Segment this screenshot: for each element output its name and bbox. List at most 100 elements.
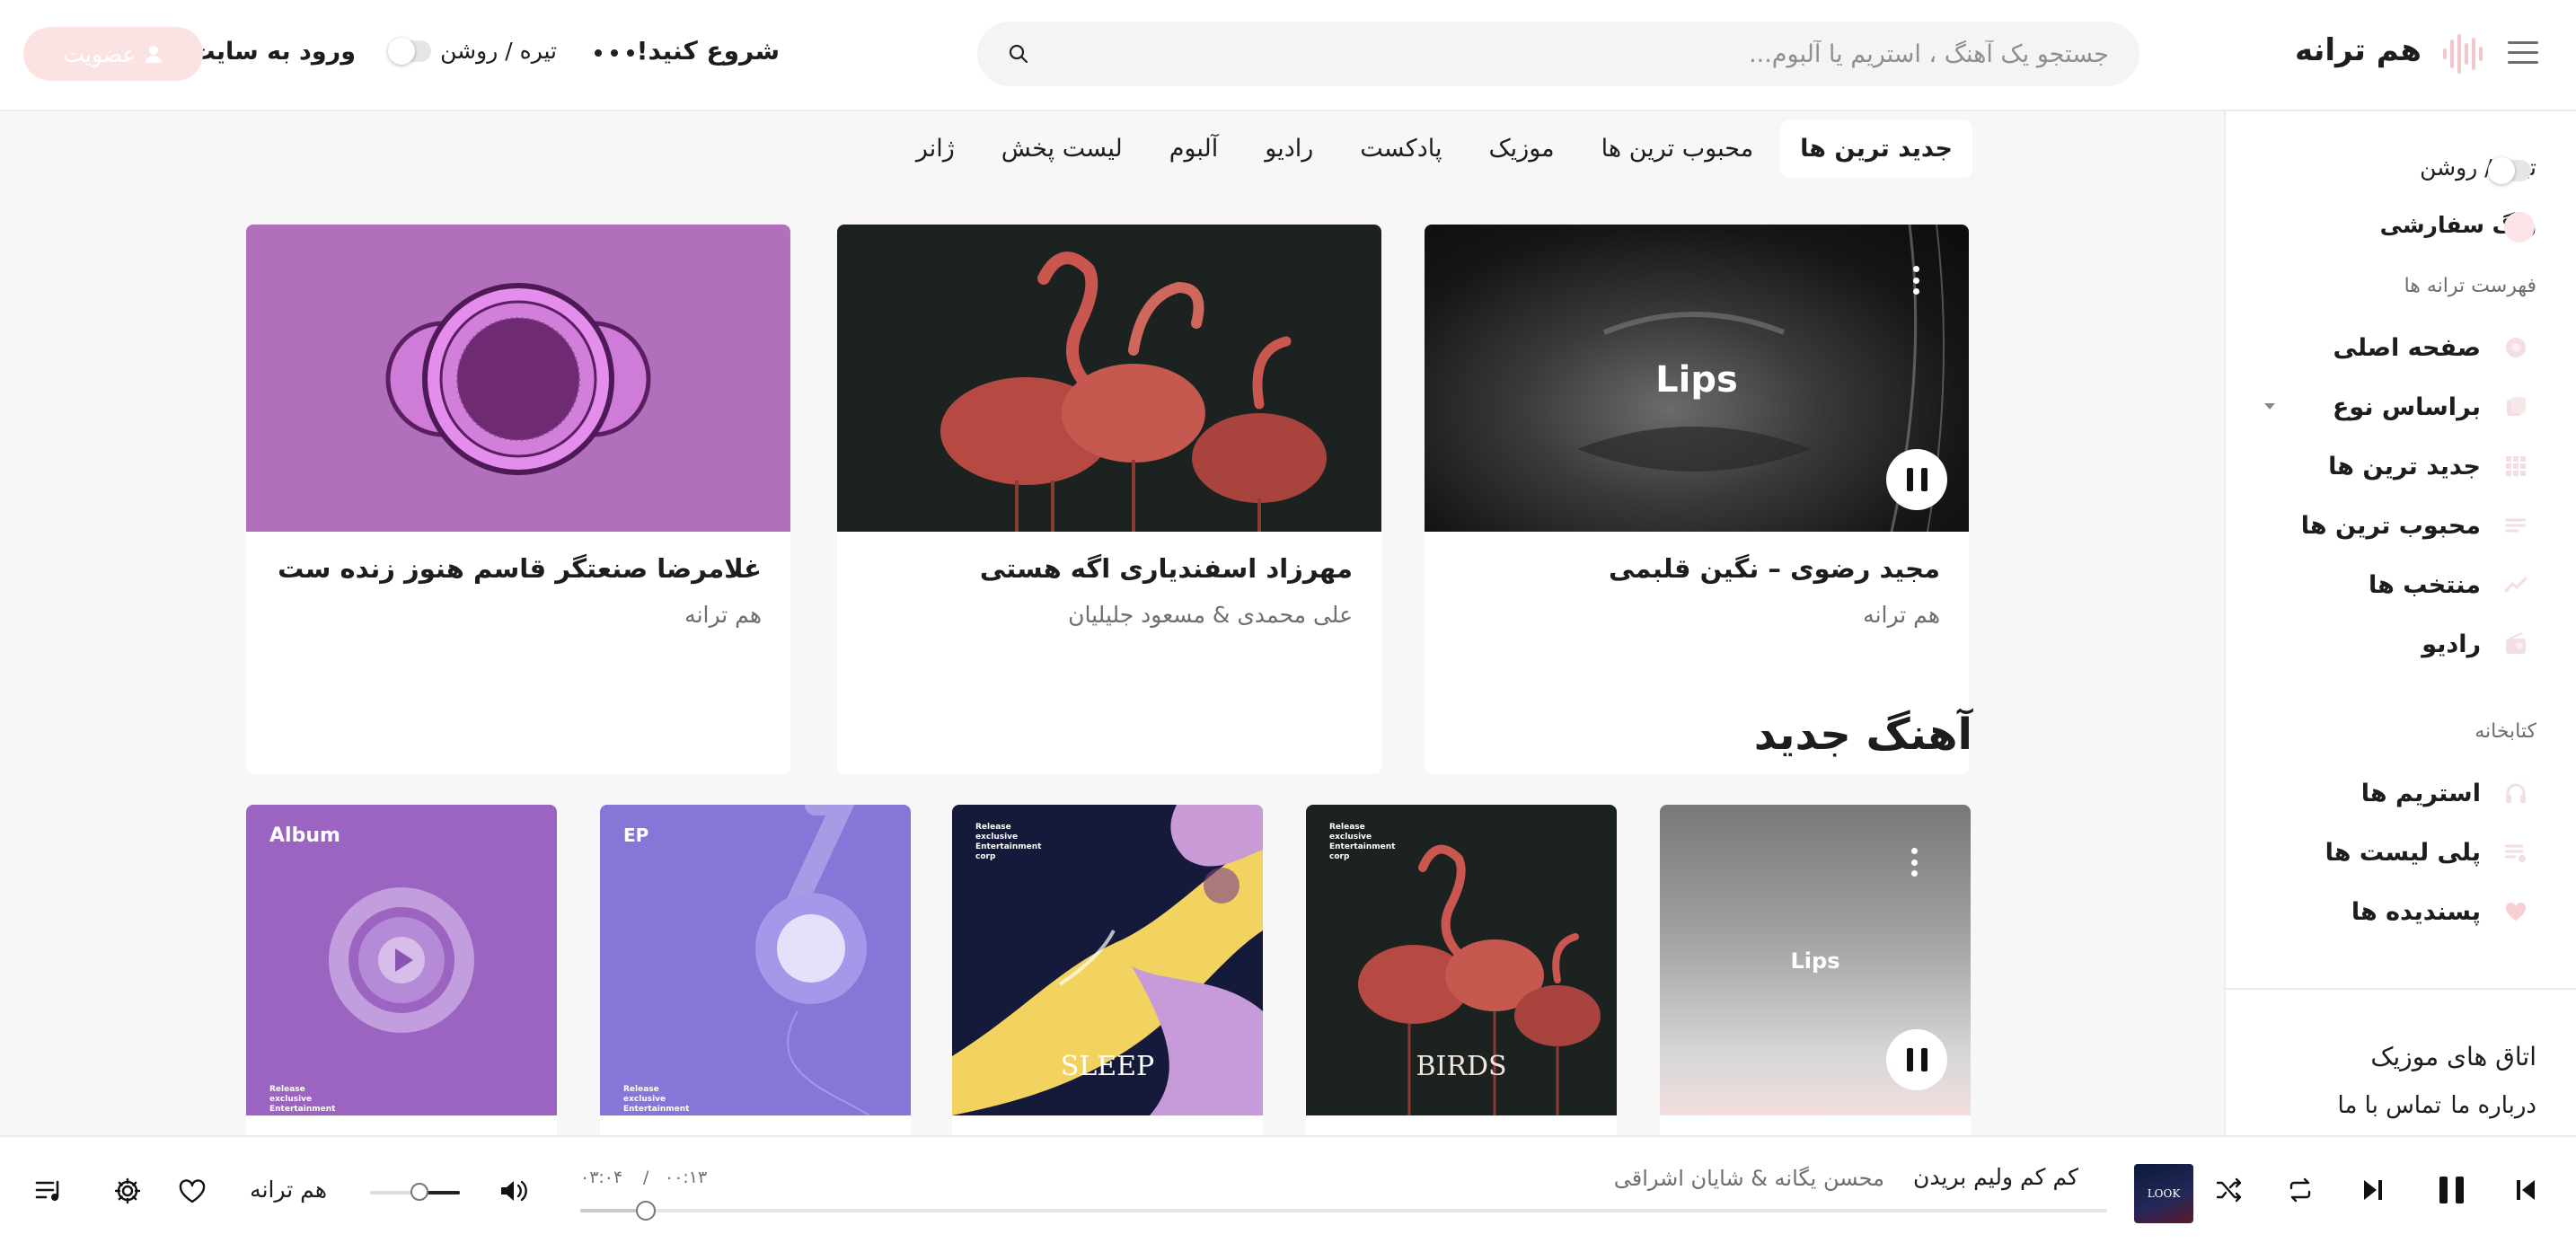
- card-artwork[interactable]: EP Release exclusive Entertainment corp: [600, 805, 911, 1115]
- start-button[interactable]: شروع کنید!: [637, 36, 780, 66]
- skip-next-icon[interactable]: [2362, 1178, 2384, 1202]
- home-icon: [2506, 338, 2526, 357]
- featured-card[interactable]: مهرزاد اسفندیاری اگه هستی علی محمدی & مس…: [837, 225, 1381, 774]
- more-vertical-icon[interactable]: [1913, 266, 1920, 295]
- now-playing-artist[interactable]: محسن یگانه & شایان اشراقی: [1614, 1166, 1884, 1191]
- song-card[interactable]: EP Release exclusive Entertainment corp: [600, 805, 911, 1135]
- tab-playlist[interactable]: لیست پخش: [982, 120, 1142, 178]
- card-title[interactable]: غلامرضا صنعتگر قاسم هنوز زنده ست: [278, 553, 762, 584]
- sidebar-item-category[interactable]: براساس نوع: [2333, 393, 2481, 421]
- section-title: آهنگ جدید: [1753, 710, 1972, 760]
- chevron-down-icon[interactable]: [2263, 402, 2276, 411]
- card-subtitle[interactable]: هم ترانه: [684, 602, 762, 628]
- featured-card[interactable]: Lips مجید رضوی – نگین قلبمی هم ترانه: [1425, 225, 1969, 774]
- cover-text: LOOK: [2147, 1187, 2181, 1200]
- search-icon[interactable]: [1008, 43, 1029, 65]
- card-tag: Release exclusive Entertainment corp: [975, 823, 1042, 861]
- theme-toggle-label: تیره / روشن: [440, 38, 557, 64]
- sidebar-item-popular[interactable]: محبوب ترین ها: [2301, 512, 2481, 540]
- flamingo-image: [940, 251, 1327, 532]
- card-artwork[interactable]: Lips: [1425, 225, 1969, 532]
- card-title[interactable]: مهرزاد اسفندیاری اگه هستی: [980, 553, 1353, 584]
- library-heading: کتابخانه: [2475, 720, 2536, 743]
- song-card[interactable]: Lips: [1660, 805, 1971, 1135]
- tab-album[interactable]: آلبوم: [1150, 120, 1239, 178]
- card-artwork[interactable]: [246, 225, 790, 532]
- sidebar-item-likes[interactable]: پسندیده ها: [2351, 898, 2481, 926]
- volume-icon[interactable]: [499, 1178, 528, 1203]
- tab-podcast[interactable]: پادکست: [1340, 120, 1461, 178]
- now-playing-cover[interactable]: LOOK: [2134, 1164, 2193, 1223]
- queue-icon[interactable]: [34, 1178, 63, 1203]
- search-input[interactable]: [1085, 22, 2109, 86]
- song-card[interactable]: Release exclusive Entertainment corp BIR…: [1306, 805, 1617, 1135]
- tab-radio[interactable]: رادیو: [1245, 120, 1333, 178]
- time-separator: /: [643, 1168, 649, 1187]
- menu-icon[interactable]: [2508, 41, 2538, 66]
- card-art-text: BIRDS: [1416, 1051, 1507, 1082]
- volume-slider[interactable]: [370, 1183, 460, 1201]
- card-art-text: Album: [269, 824, 340, 847]
- gear-icon[interactable]: [113, 1177, 142, 1205]
- login-link[interactable]: ورود به سایت: [190, 38, 356, 66]
- sidebar-divider: [2226, 988, 2576, 990]
- card-art-text: EP: [623, 824, 649, 846]
- logo-wave-icon: [2443, 34, 2483, 74]
- pause-icon[interactable]: [1886, 1029, 1947, 1090]
- register-button[interactable]: عضویت: [23, 27, 203, 81]
- user-icon: [145, 46, 162, 63]
- shuffle-icon[interactable]: [2215, 1177, 2242, 1203]
- volume-thumb[interactable]: [410, 1183, 428, 1201]
- playlist-icon: [2504, 844, 2526, 862]
- repeat-icon[interactable]: [2287, 1177, 2314, 1203]
- tab-popular[interactable]: محبوب ترین ها: [1582, 120, 1774, 178]
- logo-text[interactable]: هم ترانه: [2295, 32, 2422, 68]
- color-swatch-icon[interactable]: [2504, 212, 2535, 242]
- sidebar: تیره / روشن رنگ سفارشی فهرست ترانه ها صف…: [2224, 111, 2576, 1135]
- theme-toggle[interactable]: تیره / روشن: [388, 37, 557, 65]
- heart-icon[interactable]: [178, 1178, 207, 1203]
- tab-genre[interactable]: ژانر: [896, 120, 975, 178]
- category-icon: [2507, 397, 2526, 416]
- card-artwork[interactable]: Release exclusive Entertainment corp SLE…: [952, 805, 1263, 1115]
- tab-music[interactable]: موزیک: [1469, 120, 1575, 178]
- progress-bar[interactable]: [580, 1201, 2107, 1221]
- card-tag: Release exclusive Entertainment corp: [623, 1085, 690, 1115]
- tab-bar: جدید ترین ها محبوب ترین ها موزیک پادکست …: [896, 120, 1972, 178]
- time-current: ۰۰:۱۳: [665, 1168, 708, 1187]
- progress-thumb[interactable]: [636, 1201, 657, 1221]
- pause-icon[interactable]: [1886, 449, 1947, 510]
- headphones-illustration: [755, 805, 870, 1115]
- skip-previous-icon[interactable]: [2515, 1178, 2536, 1202]
- song-card[interactable]: Album Release exclusive Entertainment co…: [246, 805, 557, 1135]
- grid-icon: [2506, 456, 2526, 476]
- top-header: هم ترانه شروع کنید! تیره / روشن ورود به …: [0, 0, 2576, 111]
- sidebar-item-radio[interactable]: رادیو: [2422, 630, 2481, 658]
- tab-newest[interactable]: جدید ترین ها: [1780, 120, 1972, 178]
- music-rooms-link[interactable]: اتاق های موزیک: [2370, 1042, 2536, 1071]
- card-title[interactable]: مجید رضوی – نگین قلبمی: [1609, 553, 1940, 584]
- register-label: عضویت: [63, 40, 137, 67]
- card-artwork[interactable]: [837, 225, 1381, 532]
- about-link[interactable]: درباره ما: [2450, 1092, 2536, 1119]
- more-icon[interactable]: [595, 40, 634, 66]
- card-artwork[interactable]: Lips: [1660, 805, 1971, 1115]
- card-artwork[interactable]: Release exclusive Entertainment corp BIR…: [1306, 805, 1617, 1115]
- contact-link[interactable]: تماس با ما: [2338, 1092, 2441, 1119]
- card-subtitle[interactable]: علی محمدی & مسعود جلیلیان: [1068, 602, 1353, 628]
- headphones-icon: [2506, 783, 2526, 803]
- now-playing-title[interactable]: کم کم ولیم بریدن: [1913, 1164, 2078, 1190]
- song-card[interactable]: Release exclusive Entertainment corp SLE…: [952, 805, 1263, 1135]
- sidebar-theme-switch[interactable]: [2488, 157, 2531, 184]
- featured-card[interactable]: غلامرضا صنعتگر قاسم هنوز زنده ست هم تران…: [246, 225, 790, 774]
- sidebar-item-streams[interactable]: استریم ها: [2361, 780, 2481, 807]
- more-vertical-icon[interactable]: [1911, 848, 1919, 877]
- sidebar-item-selected[interactable]: منتخب ها: [2369, 571, 2481, 599]
- sidebar-item-newest[interactable]: جدید ترین ها: [2328, 453, 2481, 480]
- sidebar-item-home[interactable]: صفحه اصلی: [2333, 334, 2481, 362]
- pause-icon[interactable]: [2439, 1177, 2464, 1203]
- card-artwork[interactable]: Album Release exclusive Entertainment co…: [246, 805, 557, 1115]
- theme-switch[interactable]: [388, 37, 432, 65]
- card-subtitle[interactable]: هم ترانه: [1863, 602, 1940, 628]
- sidebar-item-playlists[interactable]: پلی لیست ها: [2325, 839, 2481, 867]
